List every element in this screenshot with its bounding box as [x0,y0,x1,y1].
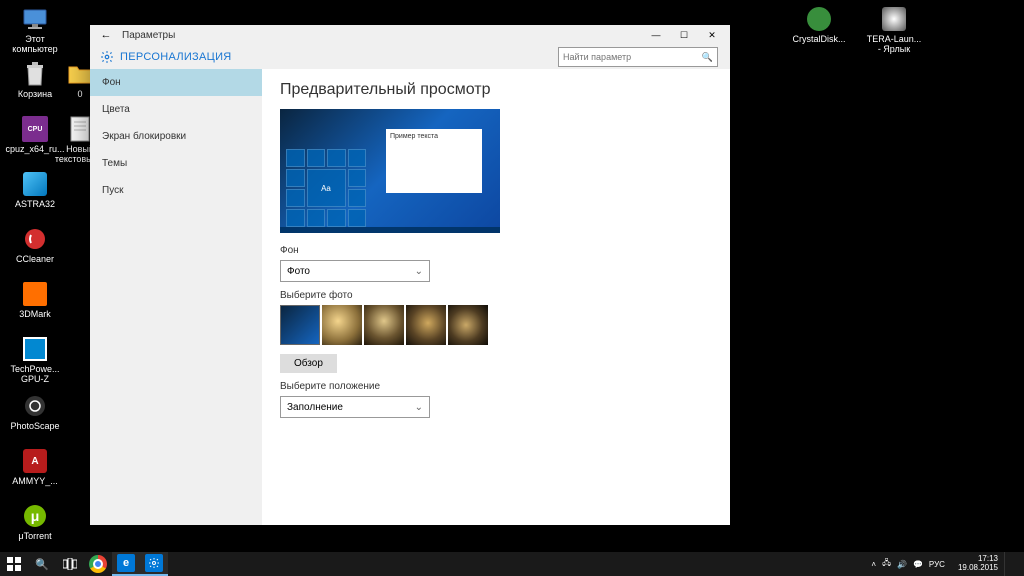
desktop-icon-this-pc[interactable]: Этот компьютер [5,5,65,55]
3dmark-icon [21,280,49,308]
icon-label: TERA-Laun... - Ярлык [864,35,924,55]
fit-label: Выберите положение [280,381,712,392]
titlebar: ← Параметры — ☐ ✕ [90,25,730,45]
taskbar-app-chrome[interactable] [84,552,112,576]
preview-heading: Предварительный просмотр [280,81,712,99]
main-panel: Предварительный просмотр Aa Пример текст… [262,69,730,525]
taskbar-clock[interactable]: 17:13 19.08.2015 [952,555,1004,573]
svg-text:μ: μ [31,508,40,524]
desktop-icon-utorrent[interactable]: μ μTorrent [5,502,65,542]
tera-icon [880,5,908,33]
desktop-icon-astra32[interactable]: ASTRA32 [5,170,65,210]
gear-icon [100,50,114,64]
desktop-icon-photoscape[interactable]: PhotoScape [5,392,65,432]
search-input[interactable] [563,52,702,62]
sidebar-item-background[interactable]: Фон [90,69,262,96]
fit-dropdown[interactable]: Заполнение [280,396,430,418]
cpuz-icon: CPU [21,115,49,143]
astra32-icon [21,170,49,198]
page-title: ПЕРСОНАЛИЗАЦИЯ [120,51,232,63]
icon-label: CCleaner [16,255,54,265]
window-title: Параметры [122,30,175,41]
preview-box: Aa Пример текста [280,109,500,233]
tray-lang[interactable]: РУС [926,560,948,569]
recycle-bin-icon [21,60,49,88]
preview-sample-text: Пример текста [386,129,482,144]
icon-label: CrystalDisk... [792,35,845,45]
sidebar-item-lockscreen[interactable]: Экран блокировки [90,123,262,150]
settings-window: ← Параметры — ☐ ✕ ПЕРСОНАЛИЗАЦИЯ 🔍 Фон Ц… [90,25,730,525]
photoscape-icon [21,392,49,420]
maximize-button[interactable]: ☐ [670,25,698,45]
sidebar-item-start[interactable]: Пуск [90,177,262,204]
taskbar-app-edge[interactable]: e [112,552,140,576]
choose-photo-label: Выберите фото [280,290,712,301]
icon-label: 3DMark [19,310,51,320]
desktop-icon-crystaldisk[interactable]: CrystalDisk... [789,5,849,45]
show-desktop-button[interactable] [1004,552,1024,576]
desktop-icon-ammyy[interactable]: A AMMYY_... [5,447,65,487]
photo-thumb-3[interactable] [364,305,404,345]
back-button[interactable]: ← [94,29,118,41]
ccleaner-icon [21,225,49,253]
bg-label: Фон [280,245,712,256]
minimize-button[interactable]: — [642,25,670,45]
header-row: ПЕРСОНАЛИЗАЦИЯ 🔍 [90,45,730,69]
taskbar: 🔍 e ˄ 🖧 🔊 💬 РУС 17:13 19.08.2015 [0,552,1024,576]
search-box[interactable]: 🔍 [558,47,718,67]
sidebar-item-colors[interactable]: Цвета [90,96,262,123]
preview-aa-tile: Aa [307,169,346,207]
icon-label: 0 [77,90,82,100]
thumb-row [280,305,712,345]
icon-label: ASTRA32 [15,200,55,210]
icon-label: Этот компьютер [5,35,65,55]
icon-label: AMMYY_... [12,477,58,487]
bg-dropdown[interactable]: Фото [280,260,430,282]
browse-button[interactable]: Обзор [280,354,337,373]
tray-volume-icon[interactable]: 🔊 [894,560,910,569]
system-tray: ˄ 🖧 🔊 💬 РУС [864,557,952,571]
desktop-icon-tera[interactable]: TERA-Laun... - Ярлык [864,5,924,55]
photo-thumb-5[interactable] [448,305,488,345]
start-button[interactable] [0,552,28,576]
pc-icon [21,5,49,33]
gpuz-icon [21,335,49,363]
desktop-icon-ccleaner[interactable]: CCleaner [5,225,65,265]
photo-thumb-2[interactable] [322,305,362,345]
tray-network-icon[interactable]: 🖧 [879,557,894,571]
icon-label: PhotoScape [10,422,59,432]
tray-action-icon[interactable]: 💬 [910,560,926,569]
taskview-button[interactable] [56,552,84,576]
desktop-icon-gpuz[interactable]: TechPowe... GPU-Z [5,335,65,385]
sidebar-item-themes[interactable]: Темы [90,150,262,177]
crystaldisk-icon [805,5,833,33]
photo-thumb-4[interactable] [406,305,446,345]
utorrent-icon: μ [21,502,49,530]
icon-label: TechPowe... GPU-Z [5,365,65,385]
search-button[interactable]: 🔍 [28,552,56,576]
search-icon: 🔍 [702,52,713,63]
photo-thumb-1[interactable] [280,305,320,345]
sidebar: Фон Цвета Экран блокировки Темы Пуск [90,69,262,525]
tray-chevron-icon[interactable]: ˄ [868,560,879,569]
ammyy-icon: A [21,447,49,475]
icon-label: Корзина [18,90,52,100]
desktop-icon-3dmark[interactable]: 3DMark [5,280,65,320]
taskbar-app-settings[interactable] [140,552,168,576]
close-button[interactable]: ✕ [698,25,726,45]
icon-label: μTorrent [18,532,51,542]
